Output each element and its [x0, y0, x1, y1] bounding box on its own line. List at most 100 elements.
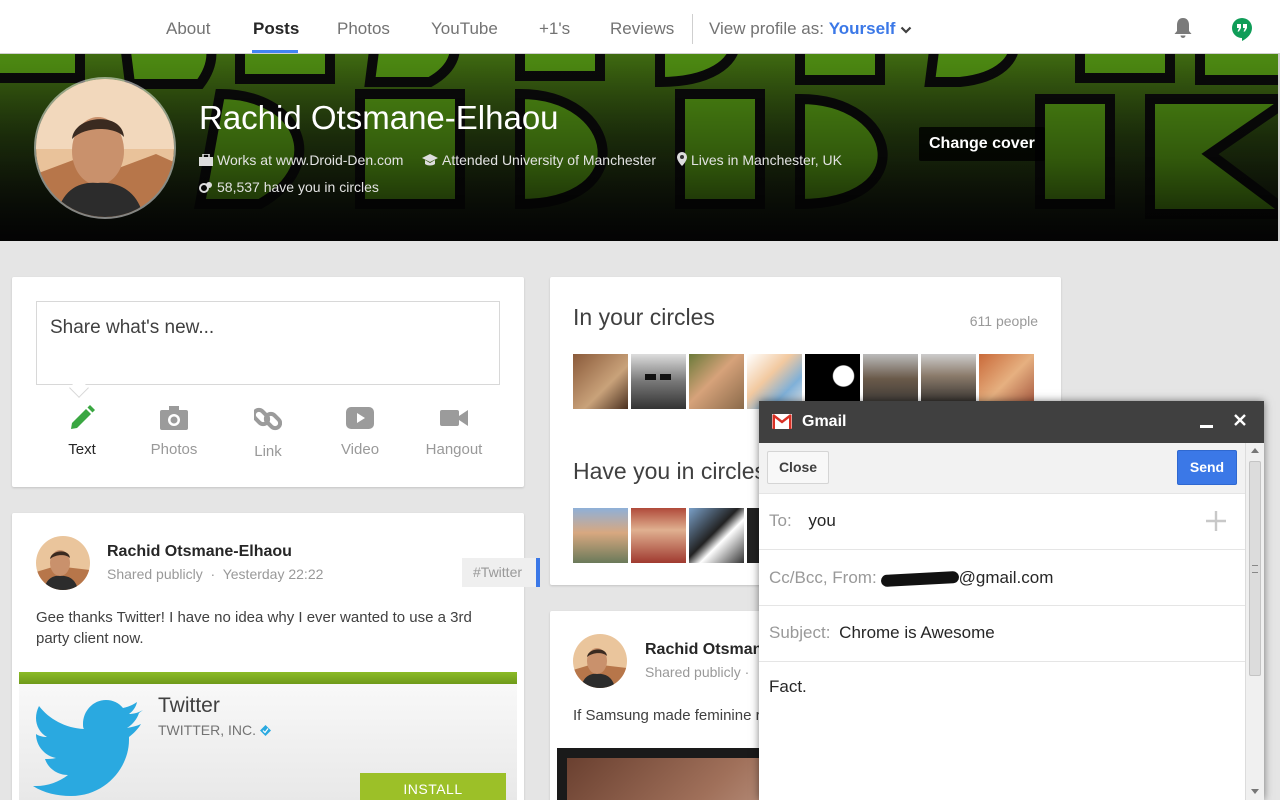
to-value[interactable]: you — [808, 511, 835, 530]
location-text: Lives in Manchester, UK — [691, 152, 842, 168]
circle-person-thumb[interactable] — [631, 354, 686, 409]
have-you-in-circles-title[interactable]: Have you in circles — [573, 458, 766, 485]
app-developer: TWITTER, INC. — [158, 722, 271, 738]
change-cover-button[interactable]: Change cover — [919, 127, 1045, 161]
video-play-icon — [346, 407, 374, 429]
author-photo — [573, 634, 627, 688]
scroll-up-arrow[interactable] — [1251, 448, 1259, 453]
hangouts-icon[interactable] — [1231, 17, 1253, 41]
app-developer-text: TWITTER, INC. — [158, 722, 256, 738]
redacted-email-mark — [880, 570, 959, 587]
add-recipient-icon[interactable] — [1204, 509, 1228, 533]
map-pin-icon — [677, 152, 687, 166]
briefcase-icon — [199, 153, 213, 166]
circled-by-info: 58,537 have you in circles — [199, 179, 379, 195]
circled-by-text: 58,537 have you in circles — [217, 179, 379, 195]
notifications-bell-icon[interactable] — [1171, 16, 1195, 40]
share-video-button[interactable]: Video — [325, 405, 395, 458]
gmail-logo-icon — [772, 414, 792, 429]
close-icon[interactable] — [1233, 413, 1247, 427]
post-card: Rachid Otsmane-Elhaou Shared publicly · … — [12, 513, 540, 800]
education-info: Attended University of Manchester — [422, 152, 656, 168]
hashtag-label[interactable]: #Twitter — [462, 558, 540, 587]
active-tab-indicator — [252, 50, 298, 53]
gmail-compose-window: Gmail Close Send To: you Cc/Bcc, From: @g… — [759, 401, 1264, 800]
circle-person-thumb[interactable] — [689, 354, 744, 409]
nav-divider — [692, 14, 693, 44]
post-visibility[interactable]: Shared publicly · — [645, 664, 749, 680]
profile-avatar[interactable] — [34, 77, 176, 219]
share-photos-button[interactable]: Photos — [139, 405, 209, 458]
circle-follower-thumb[interactable] — [573, 508, 628, 563]
app-card-accent-bar — [19, 672, 517, 684]
scroll-down-arrow[interactable] — [1251, 789, 1259, 794]
share-photos-label: Photos — [150, 441, 198, 458]
compose-title: Gmail — [802, 413, 847, 430]
in-your-circles-title[interactable]: In your circles — [573, 304, 715, 331]
circle-follower-thumb[interactable] — [689, 508, 744, 563]
sunglasses-icon — [645, 374, 671, 380]
share-hangout-label: Hangout — [425, 441, 483, 458]
tab-youtube[interactable]: YouTube — [431, 19, 498, 39]
minimize-icon[interactable] — [1200, 425, 1213, 428]
profile-photo — [36, 79, 174, 217]
to-field[interactable]: To: you — [759, 494, 1245, 550]
share-card: Share what's new... Text Photos Link Vid… — [12, 277, 524, 487]
share-link-button[interactable]: Link — [233, 405, 303, 460]
post-timestamp[interactable]: Yesterday 22:22 — [223, 566, 324, 582]
tab-posts[interactable]: Posts — [253, 19, 299, 39]
post-author-name[interactable]: Rachid Otsmane — [645, 641, 771, 659]
post-author-avatar[interactable] — [573, 634, 627, 688]
chevron-down-icon — [900, 26, 912, 34]
share-input[interactable]: Share what's new... — [36, 301, 500, 385]
verified-badge-icon — [260, 725, 271, 736]
education-text: Attended University of Manchester — [442, 152, 656, 168]
link-icon — [254, 407, 282, 431]
ccbcc-from-field[interactable]: Cc/Bcc, From: @gmail.com — [759, 550, 1245, 606]
view-profile-as-value: Yourself — [828, 19, 896, 38]
graduation-cap-icon — [422, 154, 438, 166]
post-author-name[interactable]: Rachid Otsmane-Elhaou — [107, 543, 292, 561]
ccbcc-from-label: Cc/Bcc, From: — [769, 568, 877, 587]
tab-reviews[interactable]: Reviews — [610, 19, 674, 39]
send-button[interactable]: Send — [1177, 450, 1237, 485]
install-button[interactable]: INSTALL — [360, 773, 506, 800]
cover-photo: Rachid Otsmane-Elhaou Works at www.Droid… — [0, 54, 1278, 241]
share-text-button[interactable]: Text — [47, 405, 117, 458]
post-visibility[interactable]: Shared publicly — [107, 566, 203, 582]
tab-about[interactable]: About — [166, 19, 210, 39]
subject-value[interactable]: Chrome is Awesome — [839, 623, 995, 642]
subject-label: Subject: — [769, 623, 831, 642]
location-info: Lives in Manchester, UK — [677, 152, 842, 168]
cover-shade — [0, 54, 1278, 241]
post-author-avatar[interactable] — [36, 536, 90, 590]
author-photo — [36, 536, 90, 590]
post-meta: Shared publicly · Yesterday 22:22 — [107, 566, 323, 582]
compose-toolbar: Close Send — [759, 443, 1245, 494]
meta-separator: · — [206, 566, 220, 582]
subject-field[interactable]: Subject: Chrome is Awesome — [759, 606, 1245, 662]
compose-header[interactable]: Gmail — [759, 401, 1264, 443]
in-your-circles-count[interactable]: 611 people — [970, 313, 1038, 329]
view-profile-as-label: View profile as: — [709, 19, 824, 38]
to-label: To: — [769, 511, 792, 530]
compose-scrollbar[interactable] — [1245, 443, 1264, 800]
view-profile-as-selector[interactable]: View profile as: Yourself — [709, 19, 912, 39]
video-camera-icon — [440, 410, 468, 426]
share-placeholder: Share what's new... — [50, 317, 215, 338]
circles-icon — [199, 182, 212, 193]
from-value[interactable]: @gmail.com — [959, 568, 1054, 587]
camera-icon — [160, 406, 188, 430]
tab-plus-ones[interactable]: +1's — [539, 19, 570, 39]
share-hangout-button[interactable]: Hangout — [419, 405, 489, 458]
profile-name: Rachid Otsmane-Elhaou — [199, 99, 559, 136]
tab-photos[interactable]: Photos — [337, 19, 390, 39]
close-button[interactable]: Close — [767, 451, 829, 484]
play-store-app-card[interactable]: Twitter TWITTER, INC. INSTALL — [19, 672, 517, 800]
share-text-label: Text — [68, 441, 96, 458]
circle-follower-thumb[interactable] — [631, 508, 686, 563]
message-body[interactable]: Fact. — [769, 677, 807, 697]
share-link-label: Link — [254, 443, 282, 460]
circle-person-thumb[interactable] — [573, 354, 628, 409]
profile-nav-bar: About Posts Photos YouTube +1's Reviews … — [0, 0, 1280, 54]
